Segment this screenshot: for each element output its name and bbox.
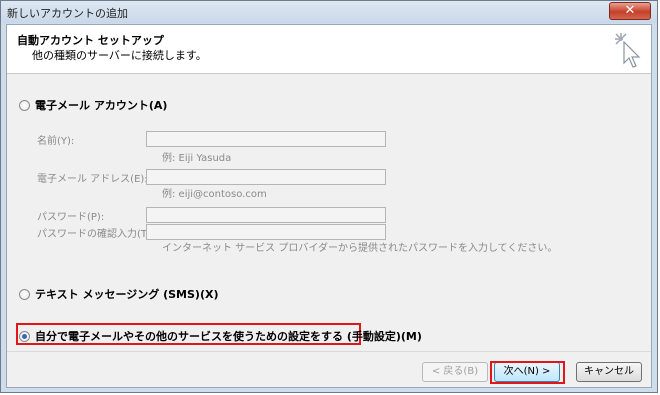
wizard-cursor-icon <box>615 33 641 68</box>
name-label: 名前(Y): <box>37 136 75 147</box>
password-confirm-label: パスワードの確認入力(T): <box>37 229 155 240</box>
page-subtitle: 他の種類のサーバーに接続します。 <box>32 49 207 62</box>
radio-email-account-circle[interactable] <box>19 99 30 111</box>
radio-manual-setup-circle[interactable] <box>19 330 30 342</box>
cancel-button[interactable]: キャンセル <box>576 362 642 382</box>
page-title: 自動アカウント セットアップ <box>17 34 164 47</box>
radio-email-account[interactable]: 電子メール アカウント(A) <box>19 97 167 113</box>
email-input[interactable] <box>146 169 386 185</box>
email-label: 電子メール アドレス(E): <box>37 174 148 185</box>
radio-email-account-label: 電子メール アカウント(A) <box>35 99 168 112</box>
close-button[interactable]: ✕ <box>609 2 651 20</box>
password-note: インターネット サービス プロバイダーから提供されたパスワードを入力してください… <box>162 243 558 254</box>
radio-sms[interactable]: テキスト メッセージング (SMS)(X) <box>19 286 219 302</box>
dialog-body: 自動アカウント セットアップ 他の種類のサーバーに接続します。 電子メール アカ… <box>6 24 652 388</box>
next-button-highlight <box>490 361 565 384</box>
close-icon: ✕ <box>624 3 636 18</box>
back-button[interactable]: < 戻る(B) <box>422 362 488 382</box>
password-input[interactable] <box>146 207 386 223</box>
wizard-header: 自動アカウント セットアップ 他の種類のサーバーに接続します。 <box>7 25 651 74</box>
radio-sms-label: テキスト メッセージング (SMS)(X) <box>35 288 219 301</box>
radio-manual-setup-label: 自分で電子メールやその他のサービスを使うための設定をする (手動設定)(M) <box>35 330 422 343</box>
password-confirm-input[interactable] <box>146 224 386 240</box>
name-input[interactable] <box>146 131 386 147</box>
title-bar: 新しいアカウントの追加 ✕ <box>1 1 657 23</box>
dialog-window: 新しいアカウントの追加 ✕ 自動アカウント セットアップ 他の種類のサーバーに接… <box>0 0 658 393</box>
email-example: 例: eiji@contoso.com <box>162 189 267 200</box>
radio-sms-circle[interactable] <box>19 288 30 300</box>
password-label: パスワード(P): <box>37 212 105 223</box>
name-example: 例: Eiji Yasuda <box>162 153 232 164</box>
radio-manual-setup[interactable]: 自分で電子メールやその他のサービスを使うための設定をする (手動設定)(M) <box>19 328 422 344</box>
window-title: 新しいアカウントの追加 <box>7 7 128 20</box>
